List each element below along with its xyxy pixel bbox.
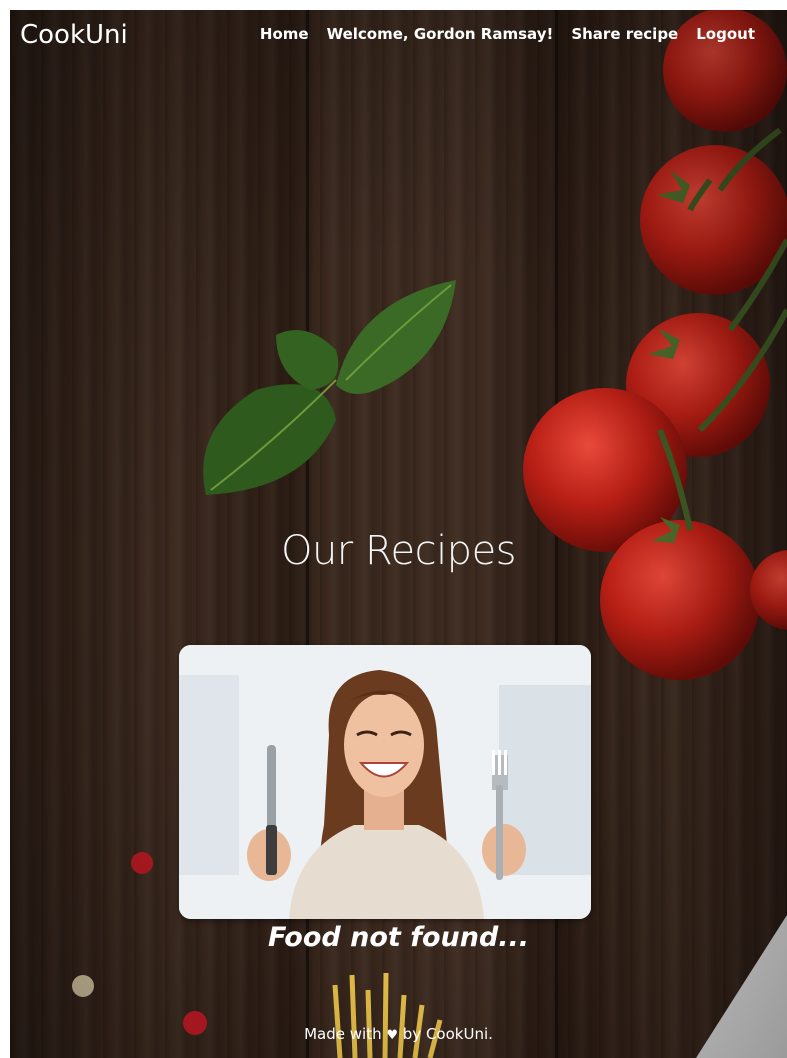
- nav-home-link[interactable]: Home: [260, 25, 309, 43]
- top-navbar: CookUni Home Welcome, Gordon Ramsay! Sha…: [10, 10, 787, 66]
- page-title: Our Recipes: [280, 528, 517, 574]
- hungry-girl-illustration: [179, 645, 591, 919]
- heart-icon: ♥: [386, 1028, 399, 1043]
- nav-links: Home Welcome, Gordon Ramsay! Share recip…: [260, 25, 755, 43]
- pasta-decoration: [332, 972, 443, 1058]
- brand-logo-link[interactable]: CookUni: [20, 20, 128, 50]
- empty-state-image: [179, 645, 591, 919]
- footer-prefix: Made with: [304, 1025, 382, 1043]
- nav-share-recipe-link[interactable]: Share recipe: [571, 25, 678, 43]
- footer: Made with ♥ by CookUni.: [10, 1025, 787, 1043]
- nav-welcome-user[interactable]: Welcome, Gordon Ramsay!: [327, 25, 554, 43]
- page-background: CookUni Home Welcome, Gordon Ramsay! Sha…: [10, 10, 787, 1058]
- footer-suffix: by CookUni.: [402, 1025, 493, 1043]
- empty-state-caption: Food not found...: [267, 922, 530, 953]
- nav-logout-link[interactable]: Logout: [696, 25, 755, 43]
- basil-decoration: [203, 280, 456, 495]
- tomatoes-decoration: [523, 10, 787, 680]
